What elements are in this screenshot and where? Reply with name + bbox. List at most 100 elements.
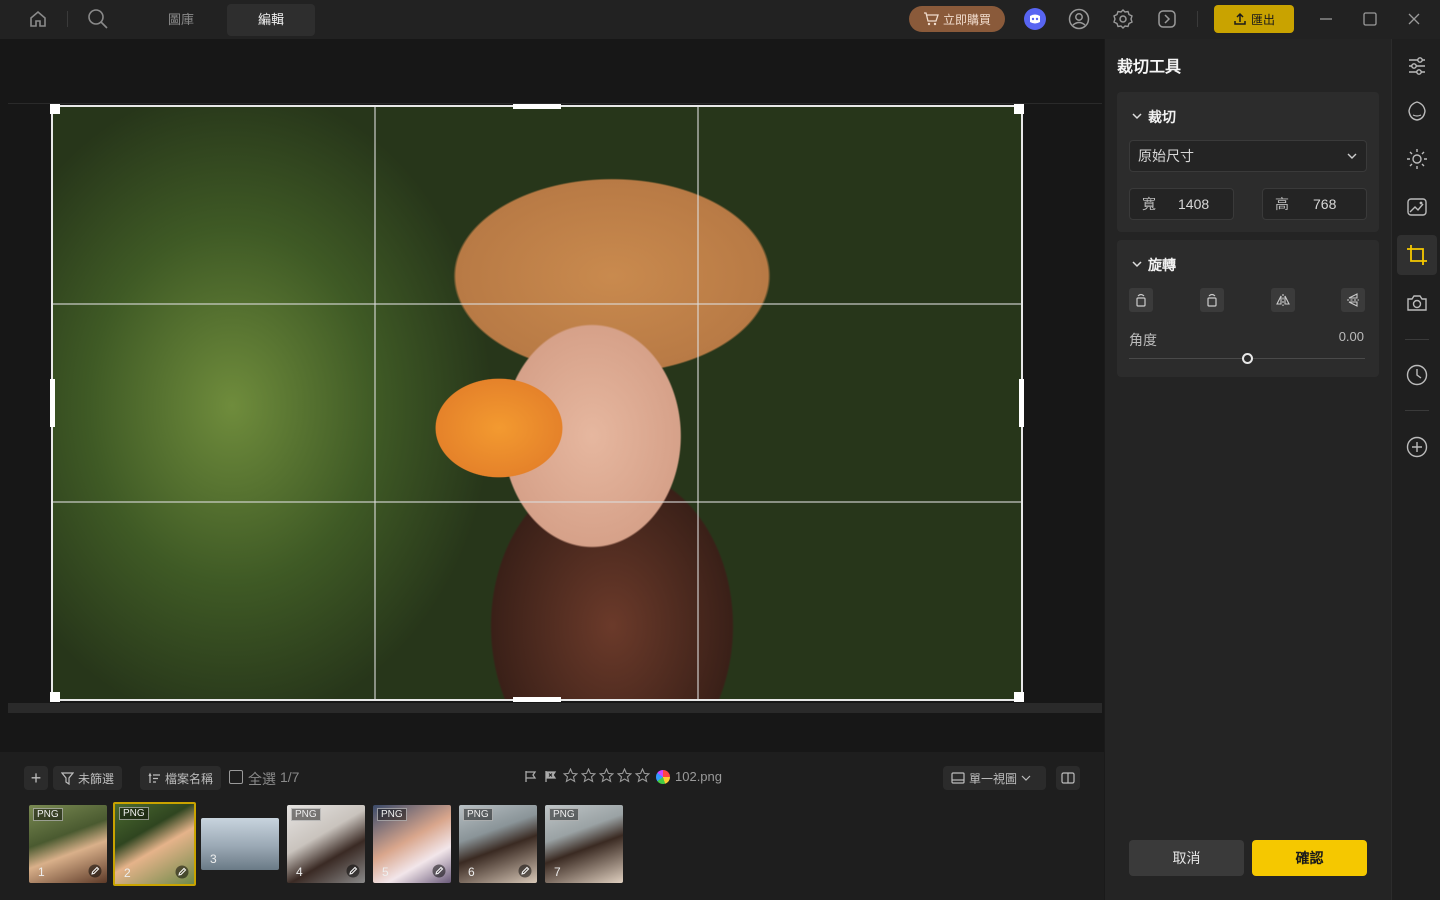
flag-icon[interactable] <box>524 770 537 788</box>
gear-icon[interactable] <box>1111 7 1135 31</box>
canvas-scroll-track <box>8 703 1102 713</box>
share-icon[interactable] <box>1155 7 1179 31</box>
discord-icon[interactable] <box>1023 7 1047 31</box>
selection-count: 1/7 <box>280 769 300 785</box>
edited-icon <box>346 864 360 878</box>
file-type-badge: PNG <box>119 807 149 820</box>
width-label: 寬 <box>1142 196 1156 212</box>
home-icon[interactable] <box>26 7 50 31</box>
plus-circle-icon[interactable] <box>1404 434 1430 460</box>
sort-button[interactable]: 檔案名稱 <box>140 766 222 790</box>
crop-frame[interactable] <box>50 104 1024 702</box>
file-type-badge: PNG <box>377 808 407 821</box>
filter-button[interactable]: 未篩選 <box>53 766 123 790</box>
chevron-down-icon <box>1021 775 1031 781</box>
view-mode-dropdown[interactable]: 單一視圖 <box>943 766 1046 790</box>
single-view-icon <box>951 772 965 784</box>
crop-handle-top-right[interactable] <box>1014 104 1024 114</box>
export-button[interactable]: 匯出 <box>1214 5 1294 33</box>
thumbnail-7[interactable]: PNG 7 <box>545 805 623 883</box>
file-type-badge: PNG <box>291 808 321 821</box>
crop-handle-bottom-left[interactable] <box>50 692 60 702</box>
star-icon[interactable] <box>563 768 578 783</box>
crop-handle-bottom[interactable] <box>513 697 561 702</box>
select-all-label[interactable]: 全選 <box>248 769 276 789</box>
panel-title: 裁切工具 <box>1117 59 1182 76</box>
thumbnail-3[interactable]: 3 <box>201 818 279 870</box>
color-wheel-icon[interactable] <box>656 770 670 784</box>
angle-value[interactable]: 0.00 <box>1320 329 1364 344</box>
tab-library[interactable]: 圖庫 <box>145 4 217 36</box>
buy-now-label: 立即購買 <box>942 12 991 27</box>
crop-handle-right[interactable] <box>1019 379 1024 427</box>
thumbnail-number: 7 <box>554 865 561 879</box>
edited-icon <box>432 864 446 878</box>
compare-button[interactable] <box>1056 766 1080 790</box>
thumbnail-1[interactable]: PNG 1 <box>29 805 107 883</box>
divider <box>1405 339 1429 340</box>
cart-icon <box>923 12 939 26</box>
rotate-left-icon[interactable] <box>1129 288 1153 312</box>
crop-handle-bottom-right[interactable] <box>1014 692 1024 702</box>
aspect-preset-dropdown[interactable]: 原始尺寸 <box>1129 140 1367 172</box>
confirm-button[interactable]: 確認 <box>1252 840 1367 876</box>
cancel-button[interactable]: 取消 <box>1129 840 1244 876</box>
image-edit-icon[interactable] <box>1404 194 1430 220</box>
chevron-down-icon[interactable] <box>1131 111 1143 121</box>
flip-vertical-icon[interactable] <box>1341 288 1365 312</box>
rotate-section-title[interactable]: 旋轉 <box>1148 255 1176 275</box>
file-type-badge: PNG <box>33 808 63 821</box>
sun-icon[interactable] <box>1404 146 1430 172</box>
height-label: 高 <box>1275 196 1289 212</box>
height-field[interactable]: 高 768 <box>1262 188 1367 220</box>
crop-icon[interactable] <box>1397 235 1437 275</box>
thumbnail-6[interactable]: PNG 6 <box>459 805 537 883</box>
camera-icon[interactable] <box>1404 290 1430 316</box>
sort-label: 檔案名稱 <box>165 771 214 786</box>
select-all-checkbox[interactable] <box>229 770 243 784</box>
angle-label: 角度 <box>1129 332 1157 348</box>
crop-handle-left[interactable] <box>50 379 55 427</box>
divider <box>67 11 68 27</box>
reject-flag-icon[interactable] <box>544 770 557 788</box>
history-icon[interactable] <box>1404 362 1430 388</box>
crop-handle-top[interactable] <box>513 104 561 109</box>
thumbnail-2-selected[interactable]: PNG 2 <box>113 802 196 886</box>
thumbnail-4[interactable]: PNG 4 <box>287 805 365 883</box>
search-icon[interactable] <box>86 7 110 31</box>
flip-horizontal-icon[interactable] <box>1271 288 1295 312</box>
close-icon[interactable] <box>1402 7 1426 31</box>
user-icon[interactable] <box>1067 7 1091 31</box>
star-icon[interactable] <box>581 768 596 783</box>
current-filename: 102.png <box>675 769 722 784</box>
thumbnail-5[interactable]: PNG 5 <box>373 805 451 883</box>
star-icon[interactable] <box>599 768 614 783</box>
edited-icon <box>88 864 102 878</box>
crop-handle-top-left[interactable] <box>50 104 60 114</box>
tab-edit[interactable]: 編輯 <box>227 4 315 36</box>
crop-section-title[interactable]: 裁切 <box>1148 107 1176 127</box>
thumbnail-number: 1 <box>38 865 45 879</box>
star-icon[interactable] <box>617 768 632 783</box>
minimize-icon[interactable] <box>1314 7 1338 31</box>
chevron-down-icon <box>1347 153 1357 159</box>
rating-stars[interactable] <box>563 768 650 783</box>
aspect-preset-value: 原始尺寸 <box>1138 148 1194 164</box>
maximize-icon[interactable] <box>1358 7 1382 31</box>
star-icon[interactable] <box>635 768 650 783</box>
width-value[interactable]: 1408 <box>1178 196 1209 212</box>
rotate-right-icon[interactable] <box>1200 288 1224 312</box>
buy-now-button[interactable]: 立即購買 <box>909 6 1005 32</box>
top-bar: 圖庫 編輯 立即購買 匯出 <box>0 0 1440 39</box>
file-type-badge: PNG <box>463 808 493 821</box>
thumbnail-number: 4 <box>296 865 303 879</box>
angle-slider-thumb[interactable] <box>1242 353 1253 364</box>
sliders-icon[interactable] <box>1404 53 1430 79</box>
height-value[interactable]: 768 <box>1313 196 1336 212</box>
chevron-down-icon[interactable] <box>1131 259 1143 269</box>
add-button[interactable]: + <box>24 766 48 790</box>
width-field[interactable]: 寬 1408 <box>1129 188 1234 220</box>
export-label: 匯出 <box>1250 12 1275 27</box>
lens-icon[interactable] <box>1404 98 1430 124</box>
thumbnail-number: 3 <box>210 852 217 866</box>
